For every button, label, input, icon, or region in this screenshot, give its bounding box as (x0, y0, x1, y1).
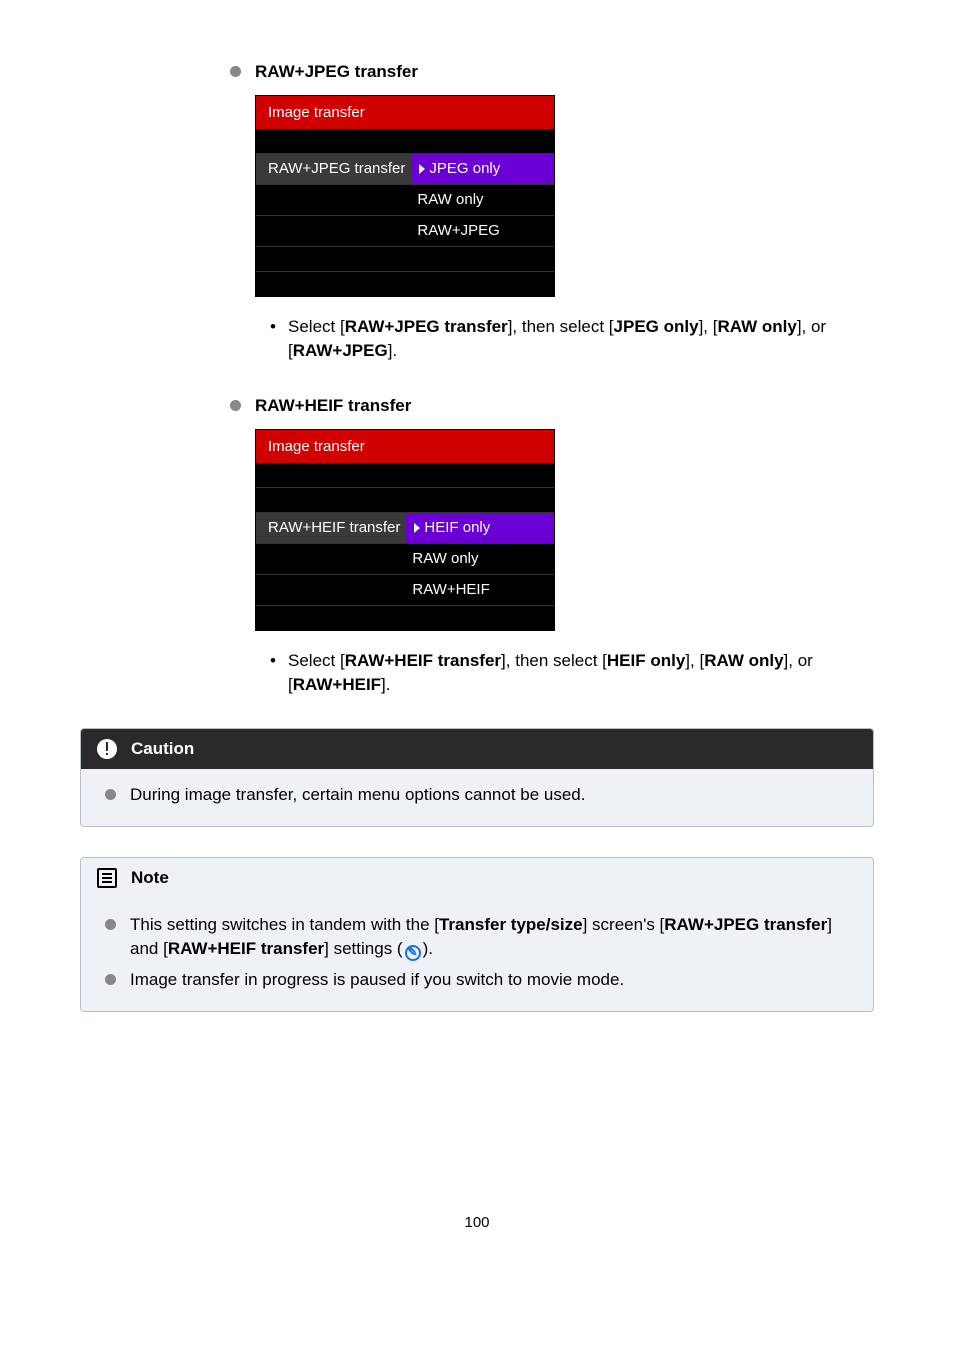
note-callout: Note This setting switches in tandem wit… (80, 857, 874, 1012)
note-line-1: This setting switches in tandem with the… (130, 913, 849, 962)
instruction-item: Select [RAW+JPEG transfer], then select … (270, 315, 874, 364)
bullet-icon (105, 919, 116, 930)
chevron-right-icon (414, 523, 420, 533)
note-line-2: Image transfer in progress is paused if … (130, 968, 624, 993)
bullet-icon (105, 974, 116, 985)
camera-menu-title: Image transfer (256, 430, 554, 464)
caution-callout: Caution During image transfer, certain m… (80, 728, 874, 827)
camera-menu-title: Image transfer (256, 96, 554, 130)
bullet-icon (230, 66, 241, 77)
caution-icon (97, 739, 117, 759)
instruction-list: Select [RAW+HEIF transfer], then select … (270, 649, 874, 698)
instruction-list: Select [RAW+JPEG transfer], then select … (270, 315, 874, 364)
section-raw-heif: RAW+HEIF transfer Image transfer RAW+HEI… (230, 394, 874, 698)
bullet-icon (230, 400, 241, 411)
note-title: Note (131, 866, 169, 891)
section-heading: RAW+JPEG transfer (255, 60, 418, 85)
page-number: 100 (80, 1212, 874, 1234)
link-icon[interactable]: ✎ (405, 945, 421, 961)
note-icon (97, 868, 117, 888)
menu-option-selected: JPEG only (411, 154, 554, 184)
section-raw-jpeg: RAW+JPEG transfer Image transfer RAW+JPE… (230, 60, 874, 364)
caution-title: Caution (131, 737, 194, 762)
menu-option: RAW only (411, 185, 554, 215)
menu-option: RAW+JPEG (411, 216, 554, 246)
chevron-right-icon (419, 164, 425, 174)
menu-option-selected: HEIF only (406, 513, 554, 543)
menu-label: RAW+HEIF transfer (256, 513, 406, 543)
menu-option: RAW only (406, 544, 554, 574)
section-heading: RAW+HEIF transfer (255, 394, 411, 419)
camera-menu-jpeg: Image transfer RAW+JPEG transfer JPEG on… (255, 95, 555, 297)
bullet-icon (105, 789, 116, 800)
menu-label: RAW+JPEG transfer (256, 154, 411, 184)
caution-header: Caution (81, 729, 873, 770)
caution-text: During image transfer, certain menu opti… (130, 783, 586, 808)
camera-menu-heif: Image transfer RAW+HEIF transfer HEIF on… (255, 429, 555, 631)
menu-option: RAW+HEIF (406, 575, 554, 605)
note-header: Note (81, 858, 873, 899)
instruction-item: Select [RAW+HEIF transfer], then select … (270, 649, 874, 698)
